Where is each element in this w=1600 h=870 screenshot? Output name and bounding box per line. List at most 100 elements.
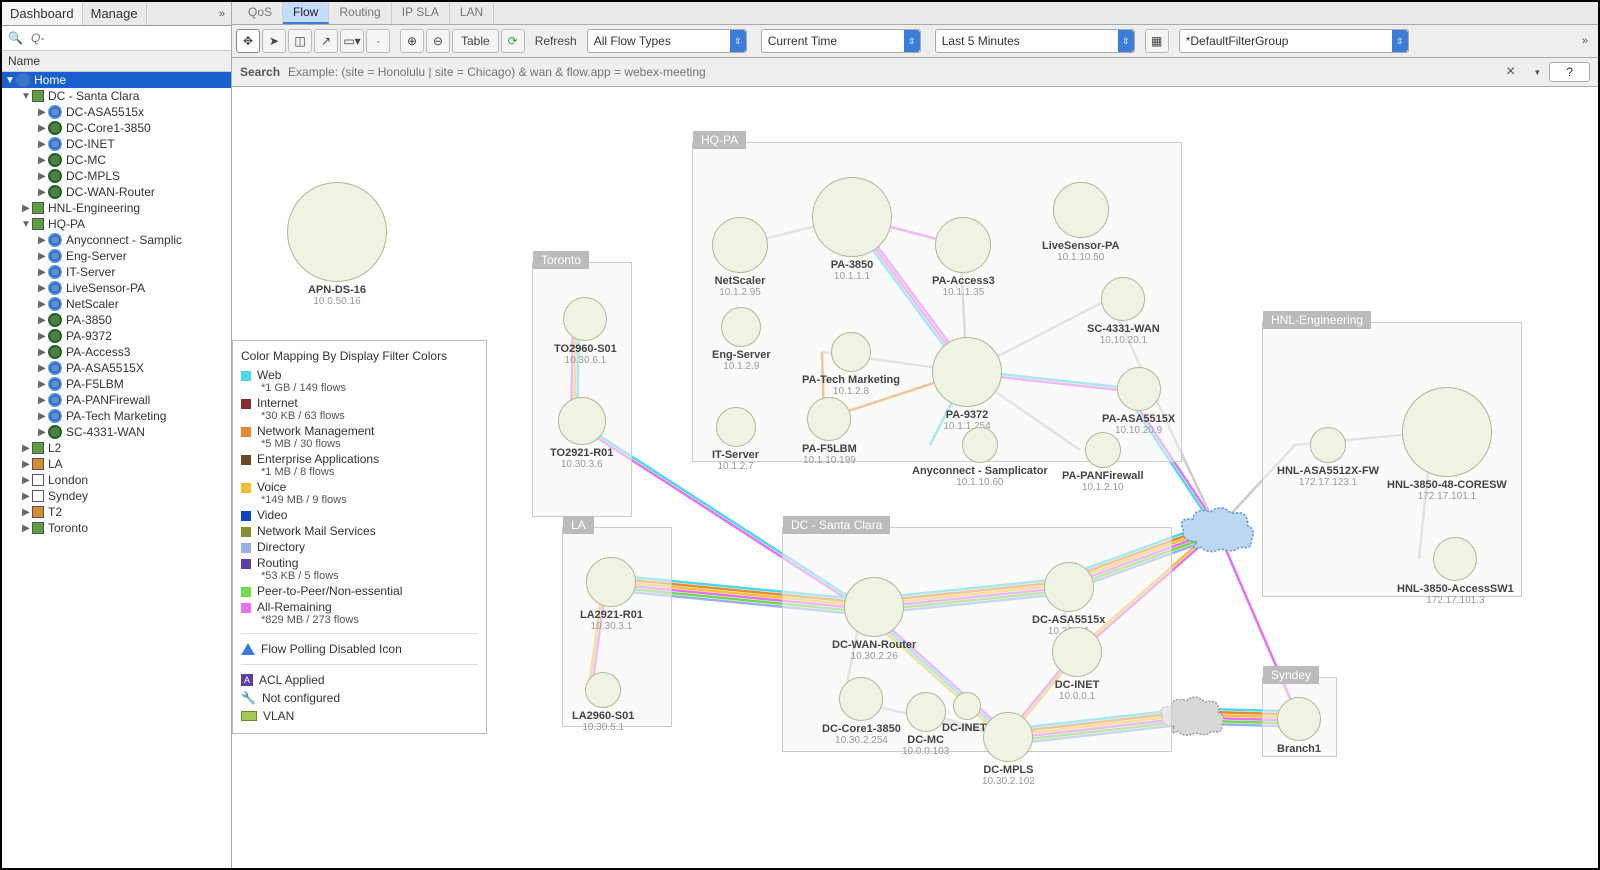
gear-icon — [48, 345, 62, 359]
topology-node[interactable]: DC-ASA5515x10.30.2.1 — [1032, 562, 1105, 637]
tree-item[interactable]: ▶LiveSensor-PA — [2, 280, 231, 296]
tree-item[interactable]: ▶DC-ASA5515x — [2, 104, 231, 120]
tree-item[interactable]: ▶L2 — [2, 440, 231, 456]
tab-dashboard[interactable]: Dashboard — [2, 2, 83, 25]
tree-item[interactable]: ▶PA-Tech Marketing — [2, 408, 231, 424]
select-range[interactable]: Last 5 Minutes⇳ — [935, 29, 1135, 53]
tree: ▼ Home ▼DC - Santa Clara▶DC-ASA5515x▶DC-… — [2, 72, 231, 868]
tree-item[interactable]: ▶NetScaler — [2, 296, 231, 312]
tree-item[interactable]: ▶Syndey — [2, 488, 231, 504]
topology-node[interactable]: HNL-3850-AccessSW1172.17.101.3 — [1397, 537, 1514, 606]
tree-item[interactable]: ▶PA-9372 — [2, 328, 231, 344]
tree-item[interactable]: ▶Anyconnect - Samplic — [2, 232, 231, 248]
expand-toolbar[interactable]: » — [1576, 35, 1594, 47]
topology-node[interactable]: PA-385010.1.1.1 — [812, 177, 892, 282]
collapse-sidebar[interactable]: » — [213, 8, 231, 20]
topology-node[interactable]: PA-ASA5515X10.10.20.9 — [1102, 367, 1175, 436]
zoom-out[interactable]: ⊖ — [426, 29, 450, 53]
filter-icon[interactable]: ▦ — [1145, 29, 1169, 53]
topology-node[interactable]: LiveSensor-PA10.1.10.50 — [1042, 182, 1119, 263]
tree-item[interactable]: ▼DC - Santa Clara — [2, 88, 231, 104]
topology-node[interactable]: PA-PANFirewall10.1.2.10 — [1062, 432, 1144, 493]
legend-flow-disabled: Flow Polling Disabled Icon — [241, 640, 478, 658]
tree-item[interactable]: ▶SC-4331-WAN — [2, 424, 231, 440]
link-tool[interactable]: ↗ — [314, 29, 338, 53]
top-tab-flow[interactable]: Flow — [283, 2, 329, 24]
tree-item[interactable]: ▶LA — [2, 456, 231, 472]
tree-item[interactable]: ▶PA-F5LBM — [2, 376, 231, 392]
globe-icon — [48, 297, 62, 311]
table-button[interactable]: Table — [452, 29, 499, 53]
topology-node[interactable]: DC-WAN-Router10.30.2.26 — [832, 577, 916, 662]
search-label: Search — [240, 65, 280, 79]
topology-node[interactable]: Anyconnect - Samplicator10.1.10.60 — [912, 427, 1048, 488]
globe-icon — [48, 249, 62, 263]
topology-node[interactable]: PA-937210.1.1.254 — [932, 337, 1002, 432]
tree-item[interactable]: ▶Toronto — [2, 520, 231, 536]
tree-item[interactable]: ▼HQ-PA — [2, 216, 231, 232]
tree-item[interactable]: ▶PA-ASA5515X — [2, 360, 231, 376]
tree-item[interactable]: ▶HNL-Engineering — [2, 200, 231, 216]
legend-panel: Color Mapping By Display Filter Colors W… — [232, 340, 487, 734]
tree-item[interactable]: ▶PA-Access3 — [2, 344, 231, 360]
toolbar: ✥ ➤ ◫ ↗ ▭▾ · ⊕ ⊖ Table ⟳ Refresh All Flo… — [232, 25, 1598, 58]
pan-tool[interactable]: ✥ — [236, 29, 260, 53]
topology-node[interactable]: LA2921-R0110.30.3.1 — [580, 557, 643, 632]
topology-node[interactable]: IT-Server10.1.2.7 — [712, 407, 759, 472]
select-flow-types[interactable]: All Flow Types⇳ — [587, 29, 747, 53]
globe-icon — [48, 281, 62, 295]
topology-node[interactable]: DC-MPLS10.30.2.102 — [982, 712, 1035, 787]
topology-node[interactable]: PA-Tech Marketing10.1.2.8 — [802, 332, 900, 397]
sidebar-search-input[interactable] — [27, 28, 229, 48]
top-tab-qos[interactable]: QoS — [238, 2, 283, 24]
topology-node[interactable]: Eng-Server10.1.2.9 — [712, 307, 771, 372]
tree-item[interactable]: ▶IT-Server — [2, 264, 231, 280]
topology-node[interactable]: HNL-ASA5512X-FW172.17.123.1 — [1277, 427, 1379, 488]
select-tool[interactable]: ◫ — [288, 29, 312, 53]
topology-node[interactable]: Branch1 — [1277, 697, 1321, 755]
top-tab-routing[interactable]: Routing — [329, 2, 391, 24]
tree-item[interactable]: ▶DC-MPLS — [2, 168, 231, 184]
topology-node[interactable]: TO2921-R0110.30.3.6 — [550, 397, 613, 470]
topology-node[interactable]: HNL-3850-48-CORESW172.17.101.1 — [1387, 387, 1507, 502]
top-tab-lan[interactable]: LAN — [450, 2, 494, 24]
tree-item[interactable]: ▶London — [2, 472, 231, 488]
topology-node[interactable]: SC-4331-WAN10.10.20.1 — [1087, 277, 1160, 346]
select-filter-group[interactable]: *DefaultFilterGroup⇳ — [1179, 29, 1409, 53]
zoom-in[interactable]: ⊕ — [400, 29, 424, 53]
search-dropdown[interactable]: ▼ — [1525, 68, 1549, 77]
select-time[interactable]: Current Time⇳ — [761, 29, 921, 53]
topology-node[interactable]: LA2960-S0110.30.5.1 — [572, 672, 634, 733]
tree-home[interactable]: ▼ Home — [2, 72, 231, 88]
tree-item[interactable]: ▶DC-Core1-3850 — [2, 120, 231, 136]
tree-item[interactable]: ▶T2 — [2, 504, 231, 520]
site-label: DC - Santa Clara — [783, 516, 890, 534]
search-help[interactable]: ? — [1549, 62, 1590, 82]
tree-item[interactable]: ▶Eng-Server — [2, 248, 231, 264]
topology-canvas[interactable]: Color Mapping By Display Filter Colors W… — [232, 87, 1598, 868]
topology-node[interactable]: DC-Core1-385010.30.2.254 — [822, 677, 901, 746]
tree-item[interactable]: ▶PA-3850 — [2, 312, 231, 328]
search-input[interactable] — [288, 65, 1496, 79]
layout-menu[interactable]: ▭▾ — [340, 29, 364, 53]
topology-node[interactable]: PA-F5LBM10.1.10.199 — [802, 397, 857, 466]
topology-node[interactable]: APN-DS-1610.0.50.16 — [287, 182, 387, 307]
tree-item[interactable]: ▶PA-PANFirewall — [2, 392, 231, 408]
top-tabs: QoSFlowRoutingIP SLALAN — [232, 2, 1598, 25]
refresh-label[interactable]: Refresh — [527, 29, 585, 53]
tab-manage[interactable]: Manage — [83, 2, 147, 25]
tree-item[interactable]: ▶DC-MC — [2, 152, 231, 168]
refresh-icon[interactable]: ⟳ — [501, 29, 525, 53]
top-tab-ip-sla[interactable]: IP SLA — [392, 2, 450, 24]
pointer-tool[interactable]: ➤ — [262, 29, 286, 53]
topology-node[interactable]: TO2960-S0110.30.6.1 — [554, 297, 617, 366]
cloud-internet[interactable] — [1177, 502, 1257, 557]
save-layout[interactable]: · — [366, 29, 390, 53]
topology-node[interactable]: PA-Access310.1.1.35 — [932, 217, 995, 298]
tree-item[interactable]: ▶DC-INET — [2, 136, 231, 152]
clear-search[interactable]: × — [1496, 63, 1525, 81]
tree-item[interactable]: ▶DC-WAN-Router — [2, 184, 231, 200]
topology-node[interactable]: NetScaler10.1.2.95 — [712, 217, 768, 298]
topology-node[interactable]: DC-INET10.0.0.1 — [1052, 627, 1102, 702]
warning-icon — [241, 643, 255, 655]
